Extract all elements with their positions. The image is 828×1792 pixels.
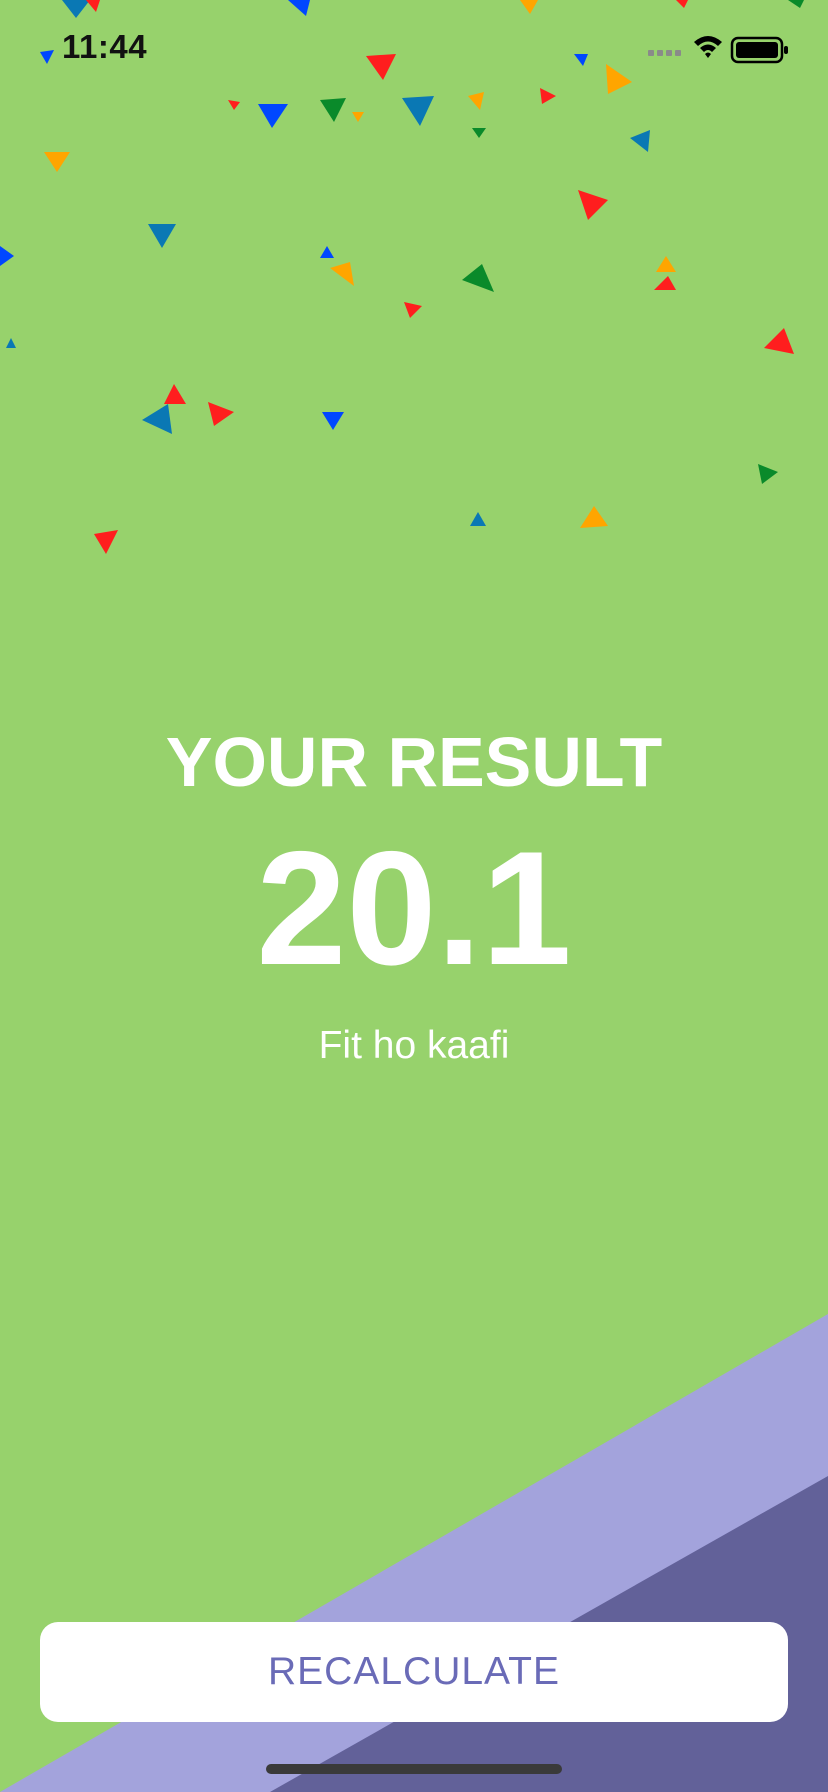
recalculate-button[interactable]: RECALCULATE — [40, 1622, 788, 1722]
wifi-icon — [694, 36, 722, 58]
battery-icon — [730, 36, 788, 64]
result-title: YOUR RESULT — [165, 723, 663, 801]
cellular-signal-icon — [648, 50, 681, 56]
status-time: 11:44 — [62, 28, 148, 65]
bmi-value: 20.1 — [256, 818, 572, 999]
home-indicator[interactable] — [266, 1764, 562, 1774]
status-icons — [648, 36, 788, 64]
status-bar: 11:44 — [0, 0, 828, 100]
result-message: Fit ho kaafi — [318, 1024, 510, 1067]
result-screen: 11:44 YOUR RESULT 20.1 Fit ho kaafi RECA… — [0, 0, 828, 1792]
